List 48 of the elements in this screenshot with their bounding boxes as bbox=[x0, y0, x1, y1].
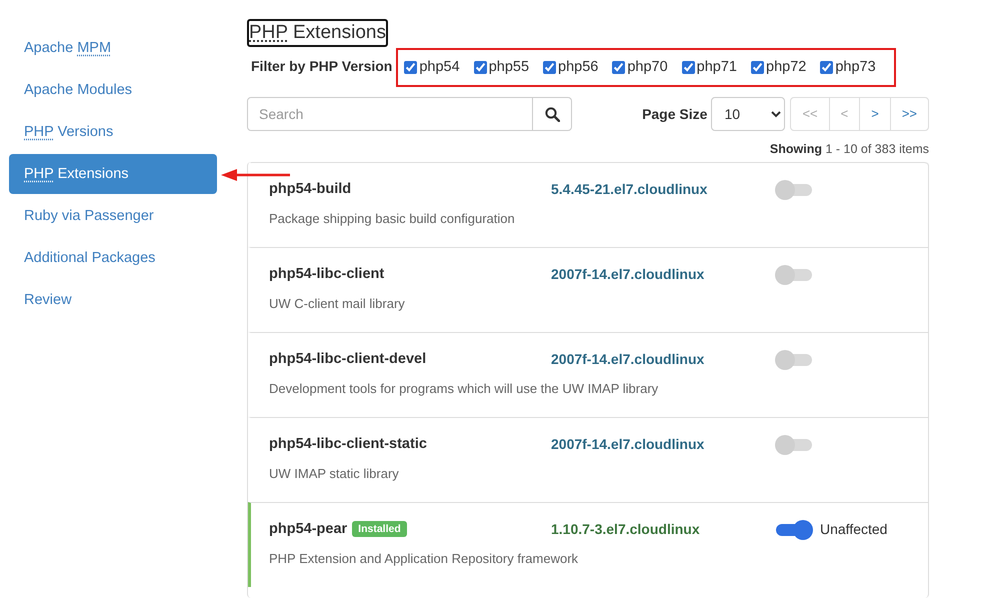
version-checkbox[interactable] bbox=[543, 60, 556, 74]
package-name: php54-libc-client bbox=[269, 266, 384, 282]
search-icon bbox=[544, 106, 560, 122]
installed-badge: Installed bbox=[352, 521, 407, 537]
version-label: php70 bbox=[627, 59, 668, 75]
version-checkbox[interactable] bbox=[612, 60, 626, 74]
package-description: PHP Extension and Application Repository framework bbox=[269, 551, 580, 566]
item-count: Showing 1 - 10 of 383 items bbox=[768, 142, 929, 158]
search-field[interactable]: Search bbox=[247, 97, 533, 131]
version-checkbox[interactable] bbox=[404, 60, 418, 74]
sidebar-item[interactable]: PHP Versions bbox=[9, 112, 217, 152]
sidebar-item[interactable]: Additional Packages bbox=[9, 238, 217, 278]
page-size-label: Page Size bbox=[642, 106, 708, 122]
version-label: php73 bbox=[835, 59, 876, 75]
version-checkbox[interactable] bbox=[474, 60, 487, 74]
version-label: php71 bbox=[696, 59, 737, 75]
package-description: Package shipping basic build configuration bbox=[269, 211, 516, 226]
pager-button[interactable]: > bbox=[859, 98, 890, 130]
page-title: PHP Extensions bbox=[247, 19, 388, 47]
filter-label: Filter by PHP Version bbox=[251, 58, 392, 74]
package-version: 2007f-14.el7.cloudlinux bbox=[551, 266, 706, 282]
sidebar-item[interactable]: Ruby via Passenger bbox=[9, 196, 217, 236]
version-checkbox[interactable] bbox=[751, 60, 764, 74]
package-name: php54-build bbox=[269, 181, 352, 197]
version-checkbox[interactable] bbox=[682, 60, 695, 74]
arrow-icon bbox=[221, 168, 291, 182]
package-name: php54-pear bbox=[269, 521, 348, 537]
version-label: php55 bbox=[488, 59, 530, 75]
version-label: php56 bbox=[558, 59, 598, 75]
package-name: php54-libc-client-devel bbox=[269, 351, 426, 367]
version-label: php72 bbox=[766, 59, 806, 75]
package-version: 2007f-14.el7.cloudlinux bbox=[551, 351, 706, 367]
page-size-select[interactable]: 10 bbox=[711, 97, 786, 131]
package-description: Development tools for programs which will use the UW IMAP library bbox=[269, 381, 660, 396]
package-description: UW C-client mail library bbox=[269, 296, 406, 311]
pager-button[interactable]: >> bbox=[890, 98, 928, 130]
package-version: 5.4.45-21.el7.cloudlinux bbox=[551, 181, 708, 197]
package-name: php54-libc-client-static bbox=[269, 436, 427, 452]
status-text: Unaffected bbox=[820, 521, 888, 537]
package-description: UW IMAP static library bbox=[269, 466, 400, 481]
sidebar-item[interactable]: Review bbox=[9, 280, 217, 320]
search-button[interactable] bbox=[533, 97, 572, 131]
sidebar-item[interactable]: Apache Modules bbox=[9, 70, 217, 110]
package-version: 1.10.7-3.el7.cloudlinux bbox=[551, 521, 701, 537]
package-version: 2007f-14.el7.cloudlinux bbox=[551, 436, 706, 452]
version-checkbox[interactable] bbox=[820, 60, 834, 74]
sidebar-item[interactable]: Apache MPM bbox=[9, 28, 217, 68]
version-label: php54 bbox=[419, 59, 460, 75]
